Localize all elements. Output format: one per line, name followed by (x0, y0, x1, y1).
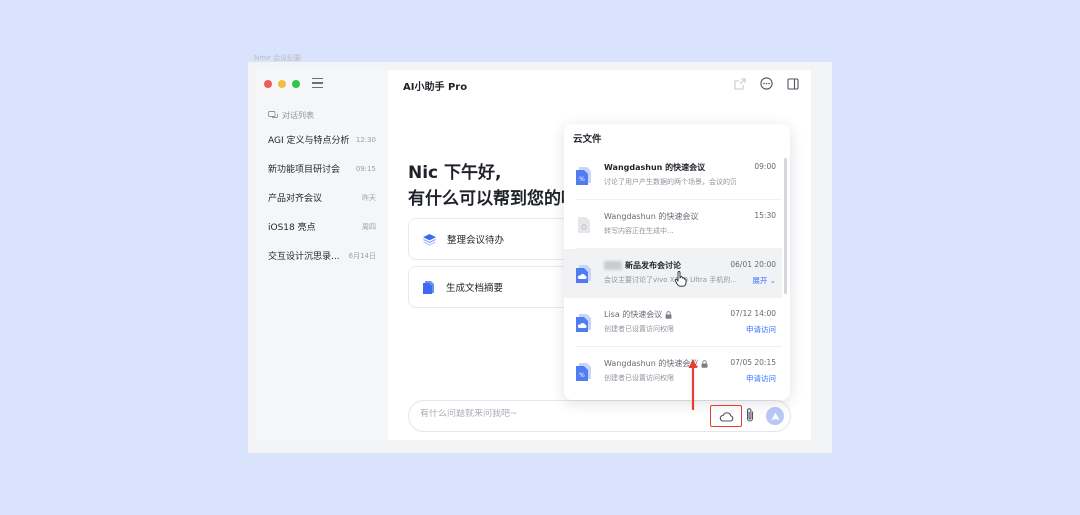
chevron-down-icon: ⌄ (767, 276, 776, 285)
generate-summary-label: 生成文档摘要 (446, 283, 504, 294)
meeting-file-icon: % (576, 167, 591, 185)
file-description: 讨论了用户产生数据的两个场景，会议的沉淀... (604, 178, 736, 186)
cloud-file-row[interactable]: Wangdashun 的快速会议 转写内容正在生成中... 15:30 (564, 200, 782, 249)
more-options-icon[interactable] (760, 77, 773, 90)
chat-list-header: 对话列表 (268, 110, 314, 121)
file-description: 会议主要讨论了vivo X100 Ultra 手机的... (604, 276, 736, 284)
close-window-button[interactable] (264, 80, 272, 88)
chat-bubbles-icon (268, 111, 278, 118)
maximize-window-button[interactable] (292, 80, 300, 88)
chat-item-time: 昨天 (362, 193, 376, 202)
document-icon (423, 281, 434, 294)
chat-item-title: AGI 定义与特点分析 (268, 136, 350, 146)
popup-scrollbar[interactable] (784, 158, 787, 294)
chat-list-title: 对话列表 (282, 111, 314, 120)
file-description: 转写内容正在生成中... (604, 227, 674, 235)
cloud-file-row[interactable]: % Wangdashun 的快速会议 讨论了用户产生数据的两个场景，会议的沉淀.… (564, 151, 782, 200)
chat-item-time: 周四 (362, 222, 376, 231)
file-date: 06/01 20:00 (730, 260, 776, 269)
file-date: 07/05 20:15 (730, 358, 776, 367)
request-access-link[interactable]: 申请访问 (746, 324, 776, 335)
expand-link[interactable]: 展开 ⌄ (752, 275, 776, 286)
file-date: 09:00 (754, 162, 776, 171)
meeting-file-icon: % (576, 363, 591, 381)
chat-item-title: 交互设计沉思录... (268, 252, 340, 262)
chat-item-time: 12:30 (355, 135, 376, 144)
file-description: 创建者已设置访问权限 (604, 325, 674, 333)
share-icon[interactable] (734, 77, 746, 90)
lock-icon (701, 359, 708, 368)
greeting-line-1: Nic 下午好, (408, 163, 502, 183)
cloud-icon (719, 411, 733, 422)
send-arrow-icon (771, 412, 779, 420)
app-title: AI小助手 Pro (403, 82, 468, 93)
top-toolbar (734, 77, 799, 90)
sidebar-item-chat[interactable]: 新功能项目研讨会 09:15 (268, 162, 376, 176)
svg-text:%: % (579, 176, 585, 183)
hand-cursor-icon (674, 271, 687, 287)
cloud-file-row[interactable]: % Wangdashun 的快速会议 创建者已设置访问权限 07/05 20:1… (564, 347, 782, 396)
file-date: 07/12 14:00 (730, 309, 776, 318)
processing-file-icon (578, 217, 590, 233)
file-date: 15:30 (754, 211, 776, 220)
organize-todos-label: 整理会议待办 (447, 235, 505, 246)
request-access-link[interactable]: 申请访问 (746, 373, 776, 384)
chat-item-title: 新功能项目研讨会 (268, 165, 341, 175)
redacted-text (604, 261, 622, 270)
chat-item-time: 6月14日 (348, 251, 376, 260)
chat-item-time: 09:15 (355, 164, 376, 173)
cloud-files-button[interactable] (710, 405, 742, 427)
minimize-window-button[interactable] (278, 80, 286, 88)
file-name: 新品发布会讨论 (604, 260, 681, 271)
chat-input-bar (408, 400, 791, 432)
sidebar-item-chat[interactable]: iOS18 亮点 周四 (268, 220, 376, 234)
greeting-line-2: 有什么可以帮到您的吗 (408, 189, 578, 209)
cloud-files-popup: 云文件 % Wangdashun 的快速会议 讨论了用户产生数据的两个场景，会议… (564, 124, 790, 400)
window-controls (264, 80, 300, 88)
attachment-icon[interactable] (745, 407, 755, 423)
chat-item-title: 产品对齐会议 (268, 194, 323, 204)
popup-title: 云文件 (573, 134, 602, 145)
cloud-file-icon (576, 314, 591, 332)
cloud-file-row-hovered[interactable]: 新品发布会讨论 会议主要讨论了vivo X100 Ultra 手机的... 06… (564, 249, 782, 298)
cloud-file-row[interactable]: Lisa 的快速会议 创建者已设置访问权限 07/12 14:00 申请访问 (564, 298, 782, 347)
file-name: Wangdashun 的快速会议 (604, 163, 706, 172)
chat-item-title: iOS18 亮点 (268, 223, 316, 233)
annotation-arrow-icon (688, 359, 698, 410)
layers-icon (423, 233, 436, 245)
file-name: Wangdashun 的快速会议 (604, 212, 699, 221)
cloud-file-icon (576, 265, 591, 283)
send-button[interactable] (766, 407, 784, 425)
sidebar-item-chat[interactable]: 产品对齐会议 昨天 (268, 191, 376, 205)
menu-icon[interactable] (312, 78, 323, 89)
faint-app-label: Nmir 会议纪要 (254, 54, 302, 62)
file-description: 创建者已设置访问权限 (604, 374, 674, 382)
file-name: Lisa 的快速会议 (604, 309, 672, 320)
sidebar: 对话列表 AGI 定义与特点分析 12:30 新功能项目研讨会 09:15 产品… (256, 70, 388, 440)
sidebar-item-chat[interactable]: AGI 定义与特点分析 12:30 (268, 133, 376, 147)
sidebar-item-chat[interactable]: 交互设计沉思录... 6月14日 (268, 249, 376, 263)
svg-text:%: % (579, 372, 585, 379)
lock-icon (665, 310, 672, 319)
chat-input[interactable] (420, 409, 690, 419)
sidebar-toggle-icon[interactable] (787, 77, 799, 90)
